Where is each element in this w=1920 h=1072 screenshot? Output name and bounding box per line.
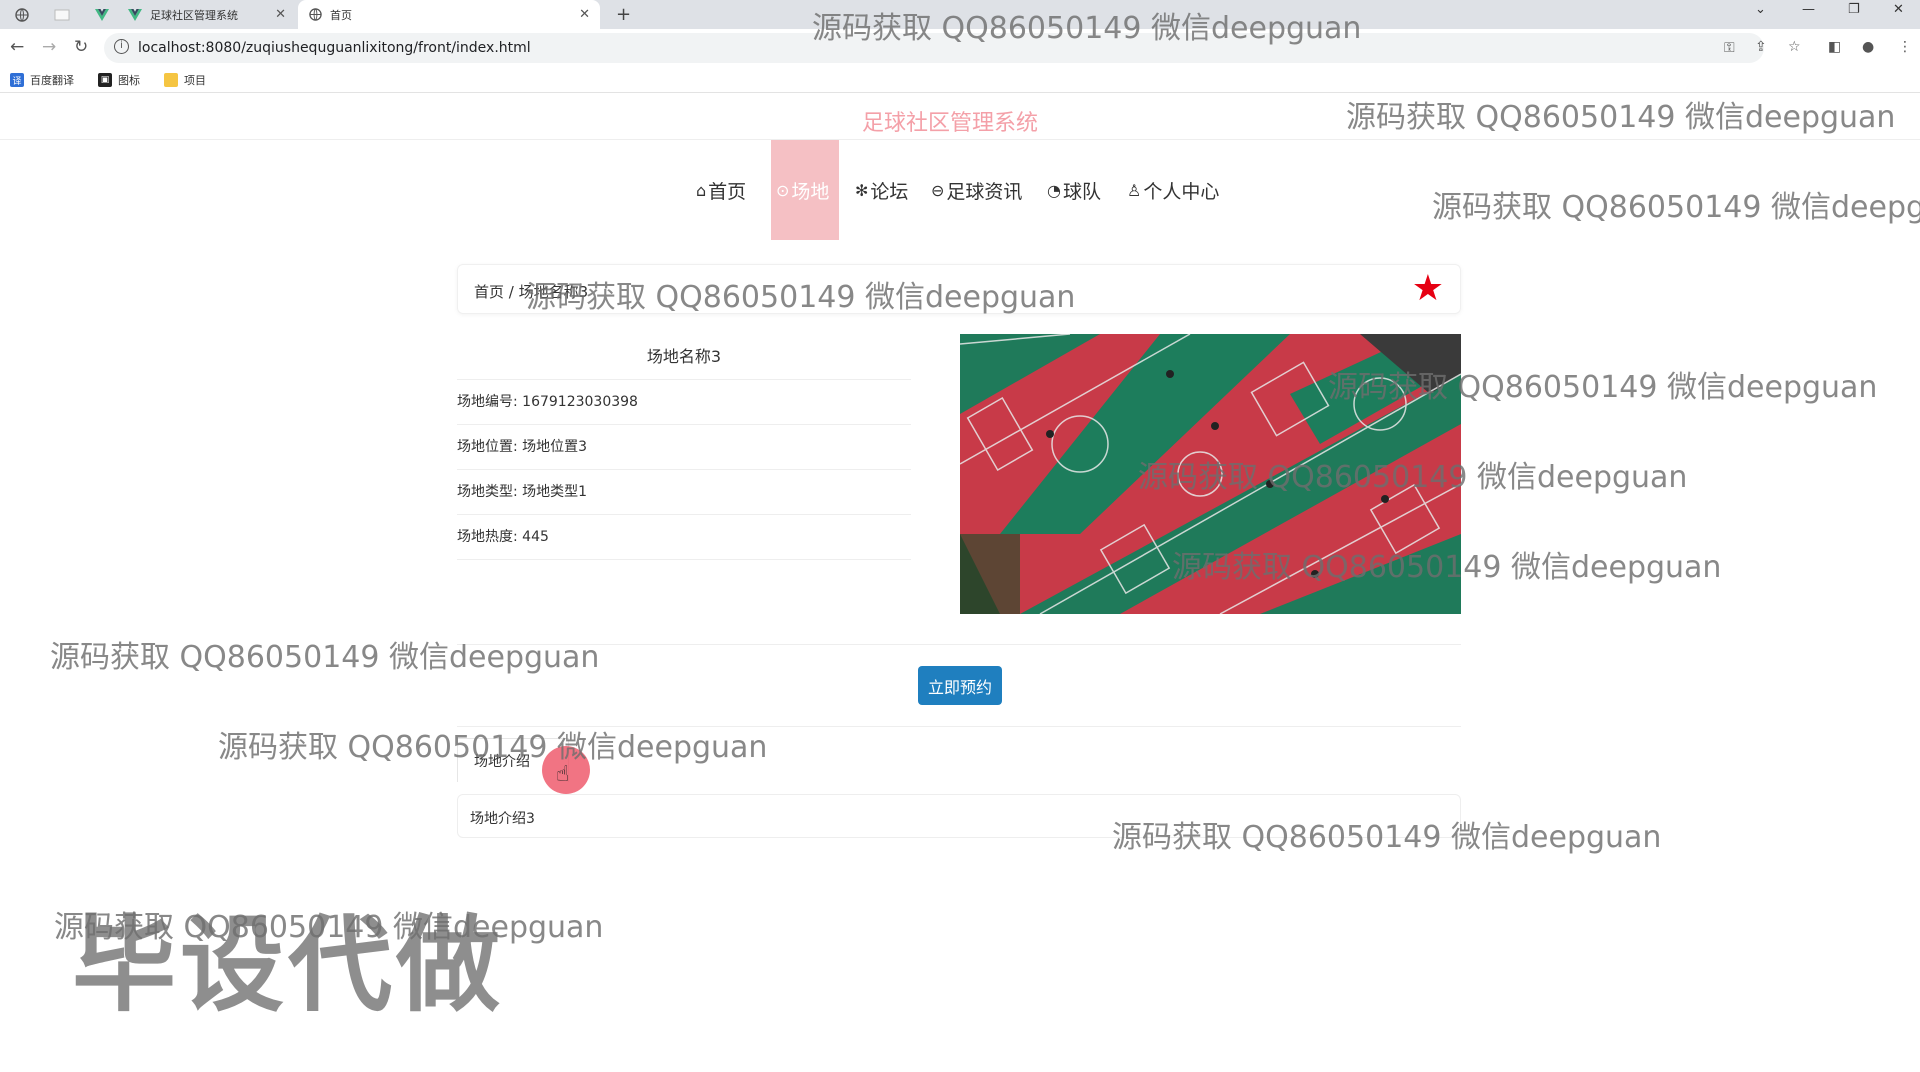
nav-label: 足球资讯 xyxy=(946,180,1023,203)
nav-item-team[interactable]: ◔ 球队 xyxy=(1047,140,1101,240)
detail-row: 场地位置: 场地位置3 xyxy=(457,425,911,470)
field-value: 445 xyxy=(522,529,549,545)
menu-icon[interactable]: ⋮ xyxy=(1898,39,1912,55)
back-icon[interactable]: ← xyxy=(10,37,24,57)
news-icon: ⊖ xyxy=(931,180,945,200)
venue-icon: ⊙ xyxy=(776,180,790,200)
nav-item-home[interactable]: ⌂ 首页 xyxy=(696,140,746,240)
profile-icon[interactable]: ● xyxy=(1862,39,1874,55)
home-icon: ⌂ xyxy=(696,180,707,200)
detail-row: 场地热度: 445 xyxy=(457,515,911,560)
reload-icon[interactable]: ↻ xyxy=(74,37,88,57)
nav-item-user-center[interactable]: ♙ 个人中心 xyxy=(1127,140,1219,240)
side-panel-icon[interactable]: ◧ xyxy=(1828,39,1841,55)
nav-label: 球队 xyxy=(1062,180,1101,203)
bookmark-label: 百度翻译 xyxy=(30,74,74,87)
venue-detail: 场地名称3 场地编号: 1679123030398 场地位置: 场地位置3 场地… xyxy=(457,334,911,560)
breadcrumb-trail: 首页 / 场地名称3 xyxy=(474,281,588,302)
forward-icon[interactable]: → xyxy=(42,37,56,57)
folder-icon xyxy=(164,73,178,87)
restore-icon[interactable]: ❐ xyxy=(1848,2,1860,17)
image-icon: ▣ xyxy=(98,73,112,87)
bookmark-icons[interactable]: ▣ 图标 xyxy=(98,72,140,88)
nav-label: 个人中心 xyxy=(1143,180,1220,203)
book-now-button[interactable]: 立即预约 xyxy=(918,666,1002,705)
field-label: 场地编号 xyxy=(457,394,513,410)
share-icon[interactable]: ⇪ xyxy=(1755,39,1767,55)
nav-item-forum[interactable]: ✻ 论坛 xyxy=(855,140,908,240)
translate-icon: 译 xyxy=(10,73,24,87)
breadcrumb: 首页 / 场地名称3 ★ xyxy=(457,264,1461,314)
divider xyxy=(457,726,1461,727)
tab-title: 足球社区管理系统 xyxy=(150,8,238,22)
detail-row: 场地类型: 场地类型1 xyxy=(457,470,911,515)
bookmark-baidu-translate[interactable]: 译 百度翻译 xyxy=(10,72,74,88)
breadcrumb-current: 场地名称3 xyxy=(518,283,589,301)
info-icon[interactable]: i xyxy=(114,39,129,54)
bookmarks-bar: 译 百度翻译 ▣ 图标 项目 xyxy=(0,67,1920,93)
blank-page-icon[interactable] xyxy=(46,4,78,26)
venue-name: 场地名称3 xyxy=(457,334,911,380)
main-nav: ⌂ 首页 ⊙ 场地 ✻ 论坛 ⊖ 足球资讯 ◔ 球队 ♙ 个人中心 xyxy=(0,140,1920,240)
new-tab-icon[interactable]: + xyxy=(616,4,631,25)
field-value: 1679123030398 xyxy=(522,394,638,410)
detail-row: 场地编号: 1679123030398 xyxy=(457,380,911,425)
user-icon: ♙ xyxy=(1127,180,1142,200)
globe-icon xyxy=(308,8,322,22)
watermark: 源码获取 QQ86050149 微信deepguan xyxy=(50,640,600,675)
url-text[interactable]: localhost:8080/zuqiushequguanlixitong/fr… xyxy=(138,40,531,56)
forum-icon: ✻ xyxy=(855,180,869,200)
bookmark-folder-projects[interactable]: 项目 xyxy=(164,72,206,88)
nav-item-news[interactable]: ⊖ 足球资讯 xyxy=(931,140,1022,240)
url-field[interactable]: i localhost:8080/zuqiushequguanlixitong/… xyxy=(104,33,1764,63)
hand-cursor-icon: ☝ xyxy=(556,762,570,787)
breadcrumb-separator: / xyxy=(508,283,514,301)
watermark-large: 毕设代做 xyxy=(72,904,505,1026)
tab-home[interactable]: 首页 ✕ xyxy=(298,0,600,29)
key-icon[interactable]: ⚿ xyxy=(1724,40,1735,56)
bookmark-label: 项目 xyxy=(184,74,206,87)
nav-label: 首页 xyxy=(708,180,747,203)
nav-label: 论坛 xyxy=(870,180,909,203)
vue-icon xyxy=(128,8,142,22)
nav-label: 场地 xyxy=(791,180,830,203)
breadcrumb-home[interactable]: 首页 xyxy=(474,283,504,301)
divider xyxy=(457,644,1461,645)
field-label: 场地位置 xyxy=(457,439,513,455)
tab-football-admin[interactable]: 足球社区管理系统 ✕ xyxy=(118,0,296,29)
close-icon[interactable]: ✕ xyxy=(275,7,286,22)
nav-item-venue[interactable]: ⊙ 场地 xyxy=(771,140,839,240)
field-label: 场地热度 xyxy=(457,529,513,545)
window-close-icon[interactable]: ✕ xyxy=(1893,2,1904,17)
field-label: 场地类型 xyxy=(457,484,513,500)
field-value: 场地类型1 xyxy=(522,484,588,500)
venue-image xyxy=(960,334,1461,614)
globe-icon[interactable] xyxy=(6,4,38,26)
tab-search-icon[interactable]: ⌄ xyxy=(1755,2,1766,17)
vue-icon[interactable] xyxy=(86,4,118,26)
favorite-star-icon[interactable]: ★ xyxy=(1412,271,1444,307)
bookmark-star-icon[interactable]: ☆ xyxy=(1788,39,1801,55)
close-icon[interactable]: ✕ xyxy=(579,7,590,22)
minimize-icon[interactable]: — xyxy=(1802,2,1815,17)
venue-intro-content: 场地介绍3 xyxy=(457,794,1461,838)
tab-title: 首页 xyxy=(330,8,352,22)
browser-tab-strip: 足球社区管理系统 ✕ 首页 ✕ + ⌄ — ❐ ✕ xyxy=(0,0,1920,29)
field-value: 场地位置3 xyxy=(522,439,588,455)
bookmark-label: 图标 xyxy=(118,74,140,87)
team-icon: ◔ xyxy=(1047,180,1061,200)
site-title: 足球社区管理系统 xyxy=(861,111,1038,136)
address-bar: ← → ↻ i localhost:8080/zuqiushequguanlix… xyxy=(0,29,1920,67)
